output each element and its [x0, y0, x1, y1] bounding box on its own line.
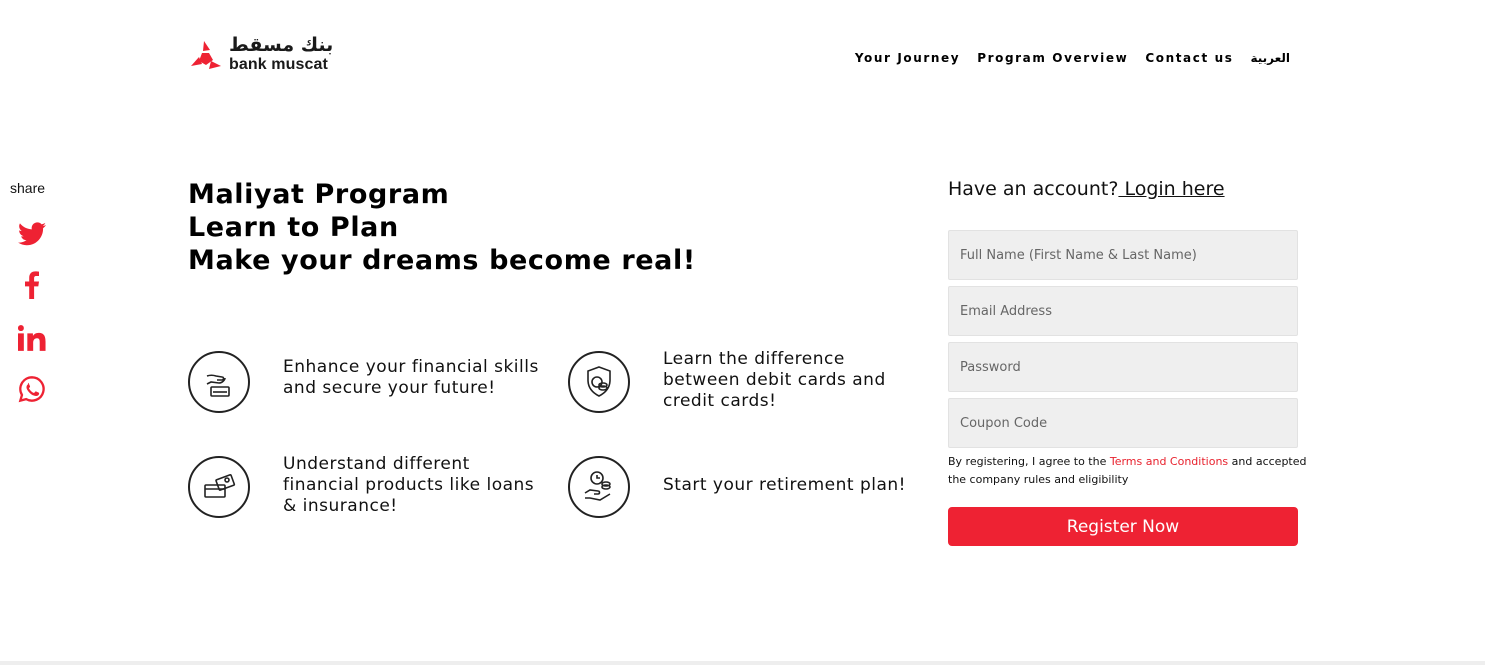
- feature-text: Enhance your financial skills and secure…: [283, 357, 539, 398]
- facebook-icon[interactable]: [17, 270, 47, 300]
- hero-line-3: Make your dreams become real!: [188, 245, 696, 276]
- feature-item: Start your retirement plan!: [568, 450, 948, 520]
- hero-heading: Maliyat Program Learn to Plan Make your …: [188, 178, 696, 277]
- main-nav: Your Journey Program Overview Contact us…: [855, 51, 1290, 65]
- have-account-text: Have an account?: [948, 178, 1119, 200]
- clock-hand-coins-icon: [568, 456, 630, 518]
- register-form: Have an account? Login here By registeri…: [948, 178, 1307, 546]
- password-input[interactable]: [949, 343, 1297, 391]
- email-field: [948, 286, 1298, 336]
- terms-notice: By registering, I agree to the Terms and…: [948, 453, 1308, 489]
- hand-card-icon: [188, 351, 250, 413]
- nav-language-arabic[interactable]: العربية: [1250, 51, 1290, 65]
- full-name-input[interactable]: [949, 231, 1297, 279]
- coupon-field: [948, 398, 1298, 448]
- feature-item: Learn the difference between debit cards…: [568, 345, 948, 415]
- feature-text: Understand different financial products …: [283, 454, 535, 516]
- nav-your-journey[interactable]: Your Journey: [855, 51, 960, 65]
- terms-prefix: By registering, I agree to the: [948, 455, 1110, 468]
- logo-arabic-text: بنك مسقط: [229, 34, 334, 56]
- twitter-icon[interactable]: [17, 219, 47, 249]
- email-input[interactable]: [949, 287, 1297, 335]
- nav-contact-us[interactable]: Contact us: [1145, 51, 1233, 65]
- nav-program-overview[interactable]: Program Overview: [977, 51, 1128, 65]
- full-name-field: [948, 230, 1298, 280]
- password-field: [948, 342, 1298, 392]
- logo-english-text: bank muscat: [229, 56, 328, 73]
- bank-muscat-logo[interactable]: بنك مسقط bank muscat: [189, 34, 339, 77]
- linkedin-icon[interactable]: [17, 323, 47, 353]
- terms-link[interactable]: Terms and Conditions: [1110, 455, 1228, 468]
- hero-line-2: Learn to Plan: [188, 212, 399, 243]
- bottom-divider: [0, 661, 1485, 665]
- feature-text: Learn the difference between debit cards…: [663, 349, 886, 411]
- register-now-button[interactable]: Register Now: [948, 507, 1298, 546]
- feature-item: Enhance your financial skills and secure…: [188, 345, 568, 415]
- cards-bills-icon: [188, 456, 250, 518]
- share-label: share: [10, 180, 46, 196]
- feature-item: Understand different financial products …: [188, 450, 568, 520]
- whatsapp-icon[interactable]: [17, 374, 47, 404]
- have-account: Have an account? Login here: [948, 178, 1298, 200]
- hero-line-1: Maliyat Program: [188, 179, 450, 210]
- coupon-code-input[interactable]: [949, 399, 1297, 447]
- login-link[interactable]: Login here: [1118, 178, 1224, 200]
- shield-coins-icon: [568, 351, 630, 413]
- feature-text: Start your retirement plan!: [663, 475, 906, 495]
- logo-mark-icon: [191, 41, 221, 69]
